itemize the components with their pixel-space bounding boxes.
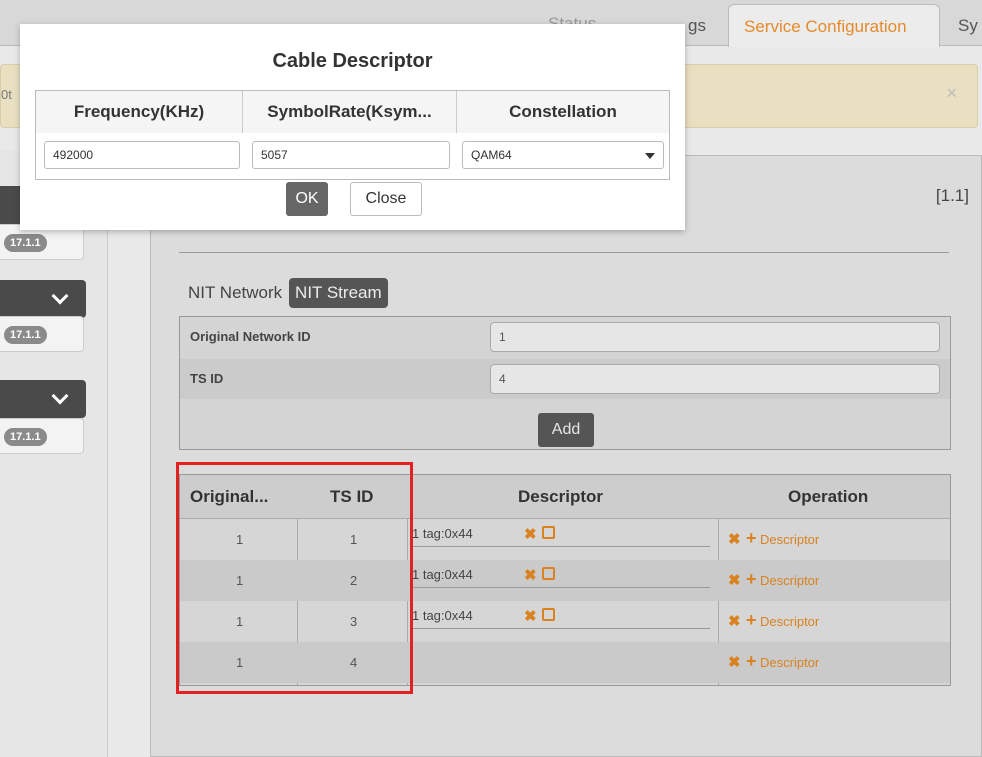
descriptor-cell: 1 tag:0x44 ✖ — [412, 607, 710, 629]
column-header-operation[interactable]: Operation — [788, 487, 868, 507]
original-network-id-label: Original Network ID — [190, 329, 311, 344]
sidebar-badge-row-2: 17.1.1 — [0, 316, 84, 352]
cable-descriptor-dialog: Cable Descriptor Frequency(KHz) SymbolRa… — [20, 24, 685, 230]
constellation-value: QAM64 — [471, 148, 512, 162]
frequency-input[interactable]: 492000 — [44, 141, 240, 169]
sidebar-item-2[interactable] — [0, 280, 86, 318]
sidebar-item-3[interactable] — [0, 380, 86, 418]
descriptor-cell: 1 tag:0x44 ✖ — [412, 525, 710, 547]
version-badge: 17.1.1 — [4, 234, 47, 252]
symbol-rate-input[interactable]: 5057 — [252, 141, 450, 169]
version-label: [1.1] — [935, 186, 969, 205]
plus-icon[interactable]: + — [746, 569, 757, 590]
delete-descriptor-icon[interactable]: ✖ — [524, 607, 537, 625]
stream-form: Original Network ID 1 TS ID 4 Add — [179, 316, 951, 450]
delete-row-icon[interactable]: ✖ — [728, 530, 741, 548]
add-descriptor-link[interactable]: Descriptor — [760, 655, 819, 670]
dialog-title: Cable Descriptor — [272, 50, 433, 72]
delete-row-icon[interactable]: ✖ — [728, 571, 741, 589]
descriptor-text: 1 tag:0x44 — [412, 608, 473, 623]
delete-row-icon[interactable]: ✖ — [728, 653, 741, 671]
add-descriptor-link[interactable]: Descriptor — [760, 573, 819, 588]
plus-icon[interactable]: + — [746, 610, 757, 631]
edit-icon[interactable] — [542, 526, 555, 539]
close-button[interactable]: Close — [350, 182, 422, 216]
chevron-down-icon — [51, 287, 69, 305]
original-network-id-input[interactable]: 1 — [490, 322, 940, 352]
ts-id-input[interactable]: 4 — [490, 364, 940, 394]
form-row-ts-id: TS ID 4 — [180, 359, 950, 399]
subtabs: NIT Network NIT Stream — [185, 278, 388, 310]
edit-icon[interactable] — [542, 567, 555, 580]
chevron-down-icon — [51, 387, 69, 405]
tab-nit-stream[interactable]: NIT Stream — [289, 278, 388, 308]
column-header-frequency: Frequency(KHz) — [36, 91, 243, 133]
alert-text: 0t — [1, 87, 12, 102]
chevron-down-icon — [645, 153, 655, 159]
edit-icon[interactable] — [542, 608, 555, 621]
descriptor-cell: 1 tag:0x44 ✖ — [412, 566, 710, 588]
plus-icon[interactable]: + — [746, 528, 757, 549]
version-badge: 17.1.1 — [4, 326, 47, 344]
constellation-select[interactable]: QAM64 — [462, 141, 664, 169]
divider — [179, 252, 949, 253]
column-header-descriptor[interactable]: Descriptor — [518, 487, 603, 507]
highlight-box — [176, 462, 413, 694]
version-badge: 17.1.1 — [4, 428, 47, 446]
delete-descriptor-icon[interactable]: ✖ — [524, 566, 537, 584]
add-descriptor-link[interactable]: Descriptor — [760, 532, 819, 547]
sidebar: 17.1.1 17.1.1 17.1.1 — [0, 150, 108, 757]
plus-icon[interactable]: + — [746, 651, 757, 672]
dialog-table: Frequency(KHz) SymbolRate(Ksym... Conste… — [35, 90, 670, 180]
add-descriptor-link[interactable]: Descriptor — [760, 614, 819, 629]
sidebar-badge-row-3: 17.1.1 — [0, 418, 84, 454]
add-button[interactable]: Add — [538, 413, 594, 447]
column-header-constellation: Constellation — [457, 91, 669, 133]
delete-descriptor-icon[interactable]: ✖ — [524, 525, 537, 543]
descriptor-text: 1 tag:0x44 — [412, 567, 473, 582]
nav-item-system[interactable]: Sy — [958, 16, 978, 36]
ts-id-label: TS ID — [190, 371, 224, 386]
form-row-original-network-id: Original Network ID 1 — [180, 317, 950, 357]
tab-nit-network[interactable]: NIT Network — [185, 278, 285, 308]
tab-service-configuration[interactable]: Service Configuration — [728, 4, 940, 47]
descriptor-text: 1 tag:0x44 — [412, 526, 473, 541]
column-header-symbol-rate: SymbolRate(Ksym... — [243, 91, 457, 133]
alert-close-icon[interactable]: × — [946, 83, 957, 104]
ok-button[interactable]: OK — [286, 182, 328, 216]
delete-row-icon[interactable]: ✖ — [728, 612, 741, 630]
nav-item-settings[interactable]: gs — [688, 16, 706, 36]
